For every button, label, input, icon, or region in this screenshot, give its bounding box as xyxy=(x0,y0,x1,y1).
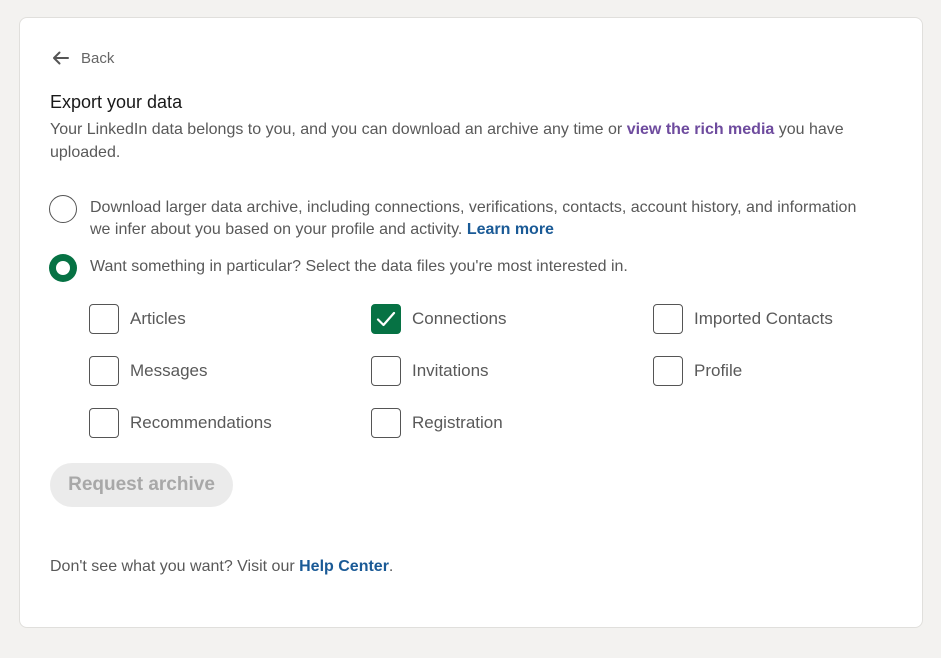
footer-text: Don't see what you want? Visit our xyxy=(50,558,300,575)
page-title: Export your data xyxy=(50,92,183,112)
back-link[interactable]: Back xyxy=(50,46,114,70)
footer-text-end: . xyxy=(388,558,394,575)
footer-help: Don't see what you want? Visit our Help … xyxy=(50,558,393,576)
file-registration[interactable]: Registration xyxy=(371,408,503,438)
help-center-link[interactable]: Help Center xyxy=(299,558,389,575)
file-label: Registration xyxy=(412,413,503,432)
radio-particular-files[interactable] xyxy=(49,254,77,282)
file-invitations[interactable]: Invitations xyxy=(371,356,489,386)
arrow-left-icon xyxy=(53,51,69,65)
checkbox-recommendations[interactable] xyxy=(89,408,119,438)
option-large-archive-label: Download larger data archive, including … xyxy=(90,195,869,241)
option-particular-files[interactable]: Want something in particular? Select the… xyxy=(49,254,869,282)
description-text: Your LinkedIn data belongs to you, and y… xyxy=(50,121,627,138)
file-connections[interactable]: Connections xyxy=(371,304,507,334)
checkmark-icon xyxy=(376,311,396,327)
file-messages[interactable]: Messages xyxy=(89,356,207,386)
checkbox-imported-contacts[interactable] xyxy=(653,304,683,334)
file-recommendations[interactable]: Recommendations xyxy=(89,408,272,438)
file-label: Articles xyxy=(130,309,186,328)
file-profile[interactable]: Profile xyxy=(653,356,742,386)
checkbox-messages[interactable] xyxy=(89,356,119,386)
file-label: Profile xyxy=(694,361,743,380)
option-particular-files-label: Want something in particular? Select the… xyxy=(90,258,628,275)
checkbox-articles[interactable] xyxy=(89,304,119,334)
data-files-grid: Articles Connections Imported Contacts M… xyxy=(89,304,889,464)
back-label: Back xyxy=(81,49,115,67)
file-imported-contacts[interactable]: Imported Contacts xyxy=(653,304,833,334)
checkbox-connections[interactable] xyxy=(371,304,401,334)
checkbox-registration[interactable] xyxy=(371,408,401,438)
page-description: Your LinkedIn data belongs to you, and y… xyxy=(50,118,880,164)
file-articles[interactable]: Articles xyxy=(89,304,186,334)
file-label: Imported Contacts xyxy=(694,309,833,328)
file-label: Connections xyxy=(412,309,507,328)
option-large-archive[interactable]: Download larger data archive, including … xyxy=(49,195,869,241)
checkbox-invitations[interactable] xyxy=(371,356,401,386)
file-label: Recommendations xyxy=(130,413,272,432)
export-data-card: Back Export your data Your LinkedIn data… xyxy=(19,17,923,628)
learn-more-link[interactable]: Learn more xyxy=(467,221,554,238)
view-rich-media-link[interactable]: view the rich media xyxy=(627,121,775,138)
radio-large-archive[interactable] xyxy=(49,195,77,223)
file-label: Invitations xyxy=(412,361,489,380)
checkbox-profile[interactable] xyxy=(653,356,683,386)
file-label: Messages xyxy=(130,361,208,380)
request-archive-button[interactable]: Request archive xyxy=(50,463,233,507)
